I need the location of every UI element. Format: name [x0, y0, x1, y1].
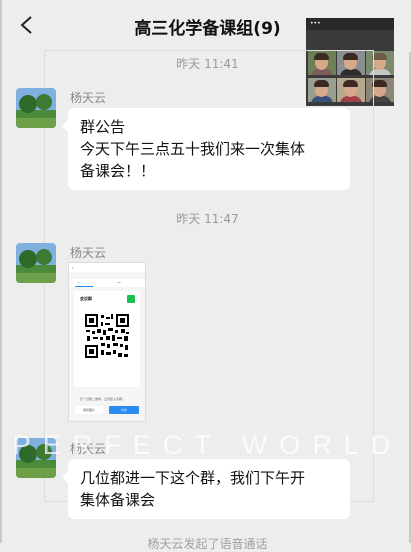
timestamp: 昨天 11:47 [176, 212, 239, 226]
video-call-status: ••• [306, 18, 394, 30]
message-line: 备课会！！ [80, 162, 156, 180]
video-tile [308, 78, 336, 102]
avatar[interactable] [16, 88, 56, 128]
message-line: 今天下午三点五十我们来一次集体 [80, 140, 306, 158]
avatar[interactable] [16, 438, 56, 478]
qr-note: 扫一扫群二维码，立刻加入该群。 [80, 397, 126, 401]
share-button: 分享 [109, 406, 139, 414]
avatar[interactable] [16, 243, 56, 283]
system-hint: 杨天云发起了语音通话 [147, 537, 268, 551]
timestamp: 昨天 11:41 [176, 57, 239, 71]
screenshot-status-bar: ‹ [69, 263, 145, 272]
screenshot-tabs: — — [69, 279, 145, 287]
sender-name: 杨天云 [70, 91, 107, 105]
message-line: 群公告 [80, 118, 126, 136]
qr-code-icon [84, 313, 130, 359]
group-icon [127, 295, 135, 303]
save-image-button: 保存图片 [75, 406, 103, 414]
video-tile [337, 78, 365, 102]
video-tile [366, 78, 394, 102]
message-bubble[interactable]: 几位都进一下这个群，我们下午开 集体备课会 [62, 459, 350, 519]
message-line: 几位都进一下这个群，我们下午开 [80, 469, 306, 487]
watermark-text: PERFECT WORLD [12, 430, 403, 460]
message-bubble[interactable]: 群公告 今天下午三点五十我们来一次集体 备课会！！ [62, 108, 350, 190]
message-line: 集体备课会 [80, 491, 156, 509]
qr-group-label: 会议群 [80, 296, 92, 301]
qr-card: 会议群 扫一扫群二维码，立刻加入该群。 [74, 291, 140, 401]
chat-window: 高三化学备课组(9) ••• 昨天 11:41 杨天云 群公告 今天下午三点五十… [0, 0, 411, 551]
sender-name: 杨天云 [70, 442, 107, 456]
image-message[interactable]: ‹ — — 会议群 扫一扫群二维码，立刻加入该群。 保存图片 分享 [68, 262, 146, 422]
sender-name: 杨天云 [70, 246, 107, 260]
